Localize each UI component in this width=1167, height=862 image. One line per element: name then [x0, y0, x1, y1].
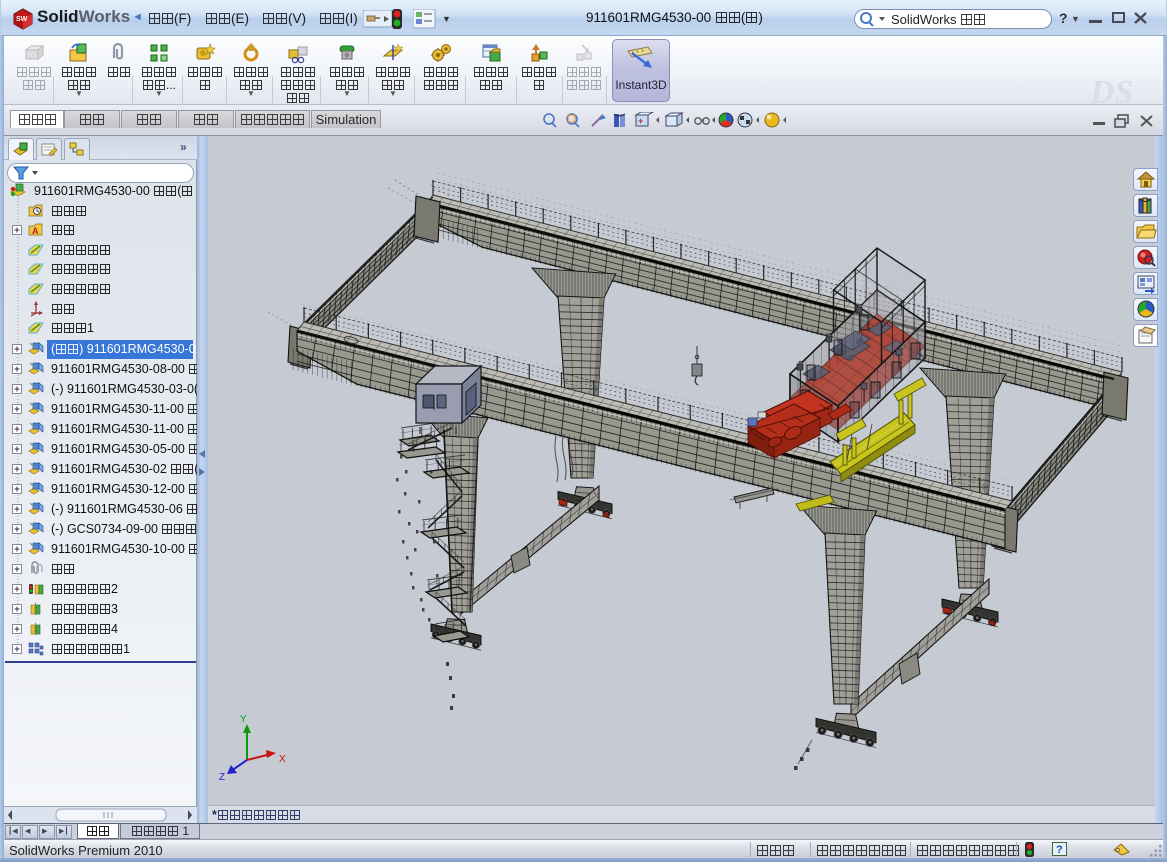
- svg-text:?: ?: [1056, 844, 1063, 856]
- svg-text:X: X: [279, 754, 286, 765]
- svg-text:Z: Z: [219, 772, 225, 783]
- svg-text:SW: SW: [16, 16, 28, 23]
- svg-text:+: +: [638, 116, 643, 126]
- svg-text:Y: Y: [240, 714, 247, 725]
- svg-text:A: A: [32, 226, 39, 236]
